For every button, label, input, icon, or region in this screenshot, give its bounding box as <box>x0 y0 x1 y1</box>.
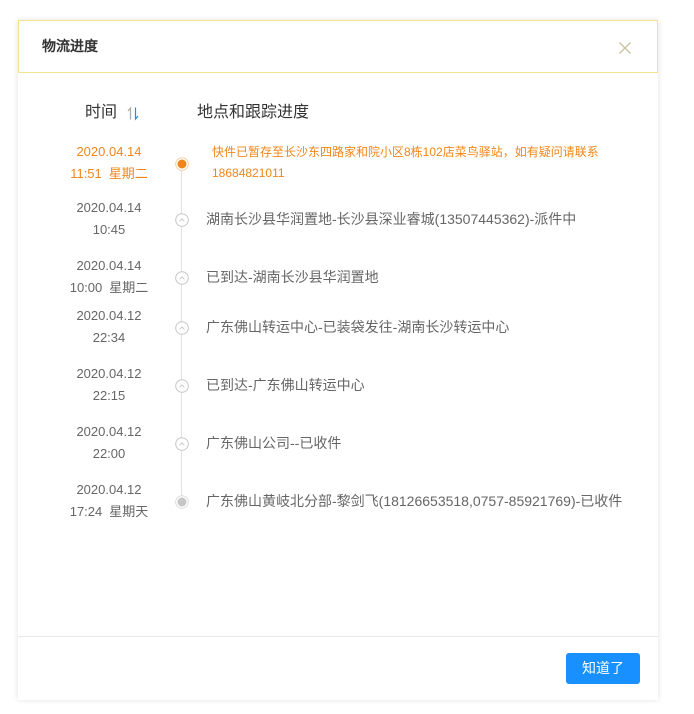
timeline-item: 2020.04.14 10:00 星期二 已到达-湖南长沙县华润置地 <box>18 255 658 299</box>
tracking-description: 已到达-广东佛山转运中心 <box>206 374 365 396</box>
timeline-item: 2020.04.14 10:45 湖南长沙县华润置地-长沙县深业睿城(13507… <box>18 197 658 241</box>
clock-time: 22:15 <box>92 388 126 403</box>
sort-icon[interactable] <box>127 106 139 121</box>
tracking-description-line: 广东佛山转运中心-已装袋发往-湖南长沙转运中心 <box>206 319 510 335</box>
dialog-title: 物流进度 <box>42 38 98 54</box>
timeline-item: 2020.04.12 22:15 已到达-广东佛山转运中心 <box>18 363 658 407</box>
tracking-description-line: 已到达-广东佛山转运中心 <box>206 377 365 393</box>
origin-dot-icon <box>175 495 189 509</box>
weekday: 星期天 <box>109 504 149 519</box>
clock-time: 11:51 <box>70 166 102 181</box>
date-text: 2020.04.12 <box>76 482 142 497</box>
clock-time: 17:24 <box>69 504 103 519</box>
timestamp: 2020.04.12 22:00 <box>59 421 159 465</box>
time-text: 22:34 <box>59 327 159 349</box>
clock-time: 22:34 <box>92 330 126 345</box>
timestamp: 2020.04.12 22:15 <box>59 363 159 407</box>
timeline-item: 2020.04.14 11:51 星期二 快件已暂存至长沙东四路家和院小区8栋10… <box>18 141 658 185</box>
date-text: 2020.04.14 <box>76 258 142 273</box>
timeline-item: 2020.04.12 22:00 广东佛山公司--已收件 <box>18 421 658 465</box>
tracking-description-line: 广东佛山黄岐北分部-黎剑飞(18126653518,0757-85921769)… <box>206 493 623 509</box>
confirm-button[interactable]: 知道了 <box>566 653 640 684</box>
time-text: 22:15 <box>59 385 159 407</box>
date-text: 2020.04.14 <box>76 200 142 215</box>
chevron-up-circle-icon <box>175 213 189 227</box>
weekday: 星期二 <box>108 166 148 181</box>
time-text: 11:51 星期二 <box>59 163 159 185</box>
logistics-progress-dialog: 物流进度 时间 地点和跟踪进度 2020.04.14 11:51 星期二 快件已… <box>18 20 658 700</box>
location-column-header: 地点和跟踪进度 <box>197 104 310 121</box>
tracking-description: 已到达-湖南长沙县华润置地 <box>206 266 379 288</box>
timestamp: 2020.04.14 11:51 星期二 <box>59 141 159 185</box>
tracking-description: 湖南长沙县华润置地-长沙县深业睿城(13507445362)-派件中 <box>206 208 576 230</box>
weekday: 星期二 <box>109 280 149 295</box>
chevron-up-circle-icon <box>175 321 189 335</box>
tracking-description-line: 18684821011 <box>212 166 285 180</box>
tracking-description: 广东佛山黄岐北分部-黎剑飞(18126653518,0757-85921769)… <box>206 490 622 512</box>
date-text: 2020.04.12 <box>76 424 142 439</box>
date-text: 2020.04.14 <box>76 144 142 159</box>
dialog-header: 物流进度 <box>18 20 658 73</box>
timestamp: 2020.04.14 10:00 星期二 <box>59 255 159 299</box>
time-text: 10:45 <box>59 219 159 241</box>
timeline-item: 2020.04.12 17:24 星期天 广东佛山黄岐北分部-黎剑飞(181266… <box>18 479 658 523</box>
timeline-item: 2020.04.12 22:34 广东佛山转运中心-已装袋发往-湖南长沙转运中心 <box>18 305 658 349</box>
time-text: 10:00 星期二 <box>59 277 159 299</box>
tracking-description: 广东佛山公司--已收件 <box>206 432 341 454</box>
time-text: 22:00 <box>59 443 159 465</box>
date-text: 2020.04.12 <box>76 308 142 323</box>
chevron-up-circle-icon <box>175 437 189 451</box>
latest-dot-icon <box>175 157 189 171</box>
timestamp: 2020.04.12 22:34 <box>59 305 159 349</box>
clock-time: 22:00 <box>92 446 126 461</box>
tracking-description-line: 已到达-湖南长沙县华润置地 <box>206 269 379 285</box>
tracking-description-line: 湖南长沙县华润置地-长沙县深业睿城(13507445362)-派件中 <box>206 211 577 227</box>
clock-time: 10:00 <box>69 280 103 295</box>
tracking-description: 快件已暂存至长沙东四路家和院小区8栋102店菜鸟驿站，如有疑问请联系 18684… <box>212 142 599 184</box>
clock-time: 10:45 <box>92 222 126 237</box>
timestamp: 2020.04.12 17:24 星期天 <box>59 479 159 523</box>
tracking-description: 广东佛山转运中心-已装袋发往-湖南长沙转运中心 <box>206 316 509 338</box>
time-text: 17:24 星期天 <box>59 501 159 523</box>
chevron-up-circle-icon <box>175 271 189 285</box>
timestamp: 2020.04.14 10:45 <box>59 197 159 241</box>
close-icon[interactable] <box>618 41 632 55</box>
date-text: 2020.04.12 <box>76 366 142 381</box>
tracking-description-line: 快件已暂存至长沙东四路家和院小区8栋102店菜鸟驿站，如有疑问请联系 <box>212 145 599 159</box>
time-column-header: 时间 <box>85 104 118 121</box>
tracking-description-line: 广东佛山公司--已收件 <box>206 435 342 451</box>
footer-divider <box>18 636 658 637</box>
chevron-up-circle-icon <box>175 379 189 393</box>
